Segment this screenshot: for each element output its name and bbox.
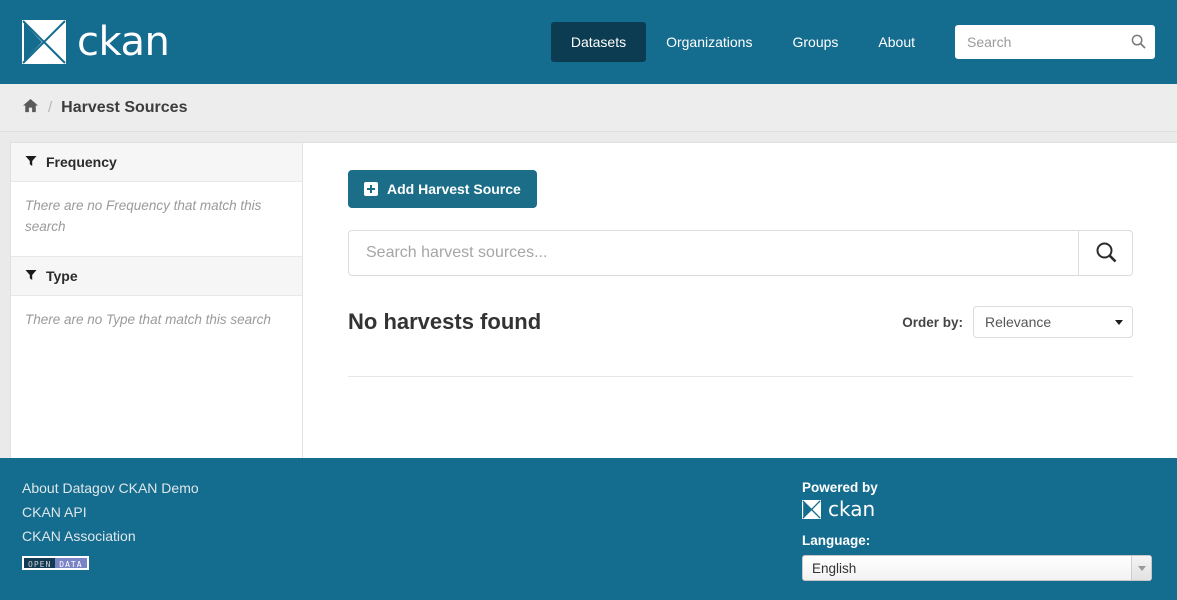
nav-link-datasets[interactable]: Datasets	[550, 22, 647, 62]
language-selected-value: English	[812, 560, 857, 576]
open-data-badge-left: OPEN	[28, 560, 52, 569]
chevron-down-icon[interactable]	[1131, 556, 1151, 580]
filter-icon	[25, 154, 37, 170]
facets-sidebar: Frequency There are no Frequency that ma…	[11, 143, 303, 468]
nav-link-groups[interactable]: Groups	[772, 22, 858, 62]
nav-item-datasets[interactable]: Datasets	[550, 22, 647, 62]
nav-item-groups[interactable]: Groups	[772, 22, 858, 62]
results-divider	[348, 376, 1133, 377]
header-search	[955, 25, 1155, 59]
footer-links-column: About Datagov CKAN Demo CKAN API CKAN As…	[22, 480, 802, 600]
footer-link-ckan-association[interactable]: CKAN Association	[22, 528, 136, 544]
main-nav: Datasets Organizations Groups About	[550, 22, 935, 62]
facet-type: Type There are no Type that match this s…	[11, 256, 302, 349]
content-panel: Frequency There are no Frequency that ma…	[10, 142, 1177, 469]
add-harvest-source-label: Add Harvest Source	[387, 181, 521, 197]
nav-link-about[interactable]: About	[858, 22, 935, 62]
nav-item-organizations[interactable]: Organizations	[646, 22, 772, 62]
order-by-group: Order by: Relevance	[902, 306, 1133, 338]
site-header: ckan Datasets Organizations Groups About	[0, 0, 1177, 84]
facet-type-body: There are no Type that match this search	[11, 295, 302, 349]
filter-icon	[25, 268, 37, 284]
harvest-search-form	[348, 230, 1133, 276]
site-logo-text: ckan	[77, 19, 170, 65]
facet-frequency-body: There are no Frequency that match this s…	[11, 182, 302, 256]
nav-link-organizations[interactable]: Organizations	[646, 22, 772, 62]
facet-frequency: Frequency There are no Frequency that ma…	[11, 143, 302, 257]
powered-by-brand[interactable]: ckan	[802, 499, 1155, 519]
powered-by-brand-text: ckan	[828, 497, 876, 521]
facet-frequency-header[interactable]: Frequency	[11, 143, 302, 182]
ckan-envelope-logo-icon	[802, 499, 821, 519]
results-title: No harvests found	[348, 309, 542, 334]
order-by-value: Relevance	[985, 314, 1052, 330]
site-logo-link[interactable]: ckan	[22, 19, 170, 65]
footer-meta-column: Powered by ckan Language: English	[802, 480, 1155, 600]
breadcrumb-separator: /	[48, 99, 53, 116]
footer-links: About Datagov CKAN Demo CKAN API CKAN As…	[22, 480, 802, 544]
results-header: No harvests found Order by: Relevance	[348, 306, 1133, 338]
site-footer: About Datagov CKAN Demo CKAN API CKAN As…	[0, 458, 1177, 600]
powered-by-label: Powered by	[802, 480, 878, 495]
facet-frequency-empty: There are no Frequency that match this s…	[25, 198, 262, 234]
breadcrumb-home-link[interactable]	[22, 98, 39, 117]
facet-type-header[interactable]: Type	[11, 256, 302, 296]
chevron-down-icon	[1115, 320, 1123, 325]
plus-square-icon	[364, 182, 378, 196]
nav-item-about[interactable]: About	[858, 22, 935, 62]
harvest-search-input[interactable]	[348, 230, 1078, 276]
facet-type-empty: There are no Type that match this search	[25, 311, 271, 327]
order-by-select[interactable]: Relevance	[973, 306, 1133, 338]
footer-link-about-demo[interactable]: About Datagov CKAN Demo	[22, 480, 199, 496]
facet-frequency-title: Frequency	[46, 154, 117, 170]
language-select[interactable]: English	[802, 555, 1152, 581]
harvest-search-button[interactable]	[1078, 230, 1133, 276]
open-data-badge-right: DATA	[55, 558, 87, 568]
footer-link-item[interactable]: CKAN API	[22, 504, 802, 520]
open-data-badge[interactable]: OPEN DATA	[22, 556, 89, 570]
facet-type-title: Type	[46, 267, 78, 284]
breadcrumb-toolbar: / Harvest Sources	[0, 84, 1177, 132]
main-content: Add Harvest Source No harvests found O	[303, 143, 1177, 468]
breadcrumb: / Harvest Sources	[22, 98, 187, 117]
page-title: Harvest Sources	[61, 98, 188, 116]
header-search-input[interactable]	[955, 25, 1155, 59]
ckan-envelope-logo-icon	[22, 20, 66, 64]
footer-link-item[interactable]: About Datagov CKAN Demo	[22, 480, 802, 496]
home-icon	[22, 98, 39, 117]
search-icon	[1095, 241, 1117, 266]
language-label: Language:	[802, 533, 871, 548]
header-nav-area: Datasets Organizations Groups About	[550, 22, 1155, 62]
order-by-label: Order by:	[902, 314, 963, 330]
add-harvest-source-button[interactable]: Add Harvest Source	[348, 170, 537, 208]
page-body: Frequency There are no Frequency that ma…	[0, 132, 1177, 469]
footer-link-ckan-api[interactable]: CKAN API	[22, 504, 87, 520]
footer-link-item[interactable]: CKAN Association	[22, 528, 802, 544]
